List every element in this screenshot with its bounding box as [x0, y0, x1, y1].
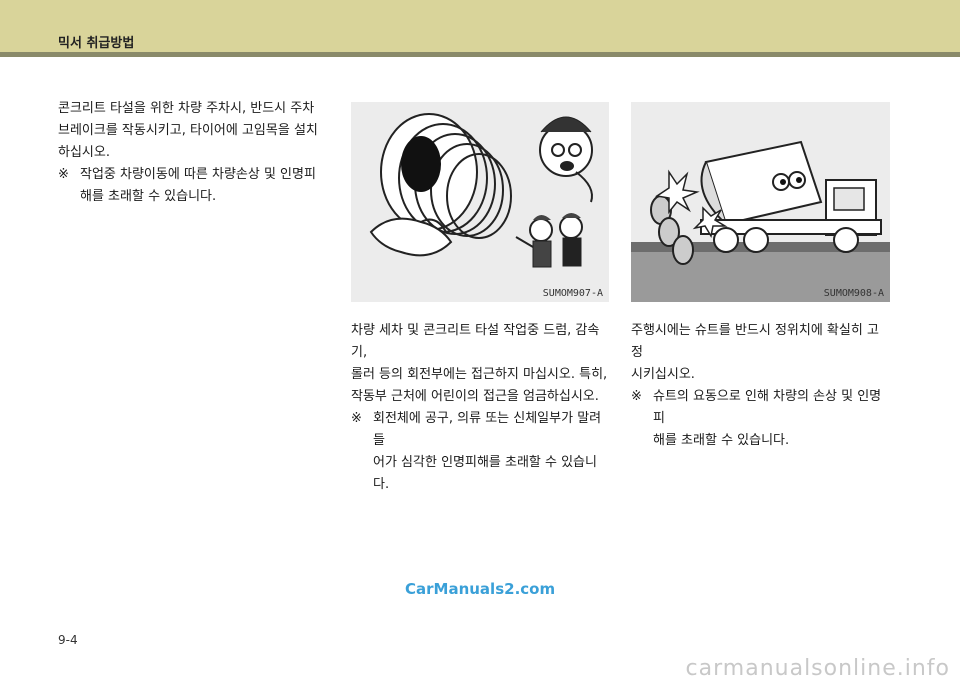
para-line: 롤러 등의 회전부에는 접근하지 마십시오. 특히,: [351, 367, 608, 382]
reference-mark: ※: [351, 411, 362, 426]
note-line: 어가 심각한 인명피해를 초래할 수 있습니다.: [373, 455, 597, 492]
para-line: 시키십시오.: [631, 367, 695, 382]
warning-note: ※ 슈트의 요동으로 인해 차량의 손상 및 인명피 해를 초래할 수 있습니다…: [631, 386, 890, 452]
note-line: 해를 초래할 수 있습니다.: [653, 433, 790, 448]
header-rule: [0, 52, 960, 57]
drum-illustration-drawing: [369, 113, 593, 268]
warning-note: ※ 작업중 차량이동에 따른 차량손상 및 인명피 해를 초래할 수 있습니다.: [58, 164, 330, 208]
page-number: 9-4: [58, 633, 78, 647]
truck-illustration-drawing: [631, 140, 890, 302]
left-column: 콘크리트 타설을 위한 차량 주차시, 반드시 주차 브레이크를 작동시키고, …: [58, 98, 330, 208]
para-line: 콘크리트 타설을 위한 차량 주차시, 반드시 주차: [58, 101, 315, 116]
watermark-link[interactable]: CarManuals2.com: [405, 580, 555, 598]
reference-mark: ※: [631, 389, 642, 404]
para-line: 하십시오.: [58, 145, 110, 160]
chute-swing-illustration: SUMOM908-A: [631, 102, 890, 302]
note-line: 해를 초래할 수 있습니다.: [80, 189, 217, 204]
right-column: 주행시에는 슈트를 반드시 정위치에 확실히 고정 시키십시오. ※ 슈트의 요…: [631, 320, 890, 452]
note-line: 작업중 차량이동에 따른 차량손상 및 인명피: [80, 167, 316, 182]
figure-code: SUMOM908-A: [823, 288, 884, 299]
para-line: 작동부 근처에 어린이의 접근을 엄금하십시오.: [351, 389, 599, 404]
section-title: 믹서 취급방법: [58, 36, 135, 51]
note-line: 슈트의 요동으로 인해 차량의 손상 및 인명피: [653, 389, 882, 426]
figure-code: SUMOM907-A: [542, 288, 603, 299]
para-line: 주행시에는 슈트를 반드시 정위치에 확실히 고정: [631, 323, 879, 360]
para-line: 차량 세차 및 콘크리트 타설 작업중 드럼, 감속기,: [351, 323, 600, 360]
middle-column: 차량 세차 및 콘크리트 타설 작업중 드럼, 감속기, 롤러 등의 회전부에는…: [351, 320, 609, 496]
warning-note: ※ 회전체에 공구, 의류 또는 신체일부가 말려들 어가 심각한 인명피해를 …: [351, 408, 609, 496]
para-line: 브레이크를 작동시키고, 타이어에 고임목을 설치: [58, 123, 318, 138]
reference-mark: ※: [58, 167, 69, 182]
note-line: 회전체에 공구, 의류 또는 신체일부가 말려들: [373, 411, 602, 448]
drum-rotation-illustration: SUMOM907-A: [351, 102, 609, 302]
header-band: [0, 0, 960, 52]
watermark-text: carmanualsonline.info: [685, 656, 950, 681]
